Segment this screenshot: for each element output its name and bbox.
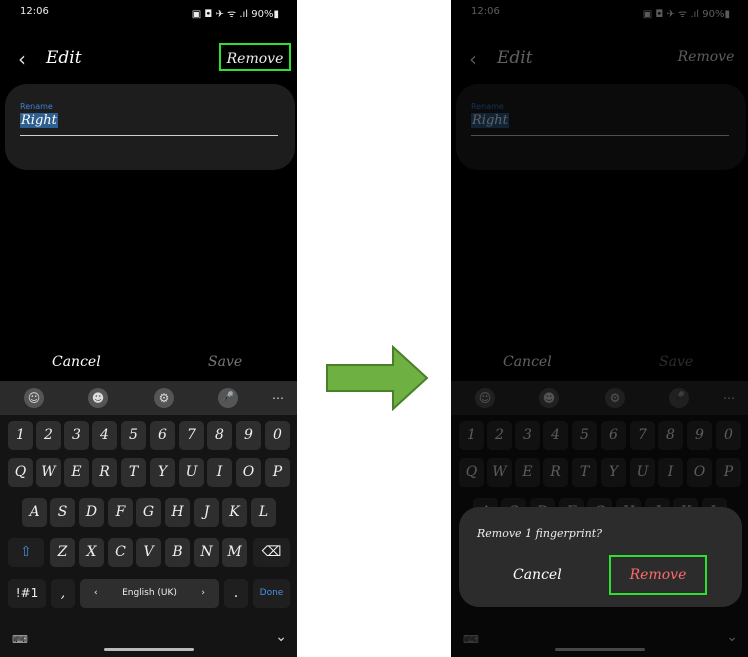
period-key[interactable]: . xyxy=(224,579,248,608)
emoji-icon[interactable]: ☺ xyxy=(24,388,44,408)
key-r[interactable]: R xyxy=(92,458,117,487)
rename-card: Rename Right xyxy=(5,84,295,170)
remove-fingerprint-dialog: Remove 1 fingerprint? Cancel Remove xyxy=(459,507,742,607)
key-u[interactable]: U xyxy=(179,458,204,487)
key-6[interactable]: 6 xyxy=(150,421,175,450)
key-t[interactable]: T xyxy=(121,458,146,487)
key-k[interactable]: K xyxy=(222,498,247,527)
keyboard-toolbar: ☺ ☻ ⚙ 🎤 ⋯ xyxy=(0,381,297,415)
key-m[interactable]: M xyxy=(222,538,247,567)
dialog-remove-button[interactable]: Remove xyxy=(609,555,707,595)
key-8[interactable]: 8 xyxy=(207,421,232,450)
rename-label: Rename xyxy=(20,102,53,111)
key-p[interactable]: P xyxy=(265,458,290,487)
done-key[interactable]: Done xyxy=(253,579,290,608)
status-time: 12:06 xyxy=(20,6,49,17)
hide-keyboard-icon[interactable]: ⌄ xyxy=(275,629,287,645)
comma-key[interactable]: , xyxy=(51,579,75,608)
language-next-icon: › xyxy=(201,588,205,598)
backspace-key[interactable]: ⌫ xyxy=(253,538,290,567)
settings-icon[interactable]: ⚙ xyxy=(154,388,174,408)
key-0[interactable]: 0 xyxy=(265,421,290,450)
key-x[interactable]: X xyxy=(79,538,104,567)
cancel-button[interactable]: Cancel xyxy=(52,354,101,370)
key-a[interactable]: A xyxy=(22,498,47,527)
key-3[interactable]: 3 xyxy=(64,421,89,450)
transition-arrow-icon xyxy=(326,345,429,411)
language-label: English (UK) xyxy=(122,588,177,598)
phone-screen-before: 12:06 ▣ ◘ ✈ ᯤ .ıl 90%▮ ‹ Edit Remove Ren… xyxy=(0,0,297,657)
key-s[interactable]: S xyxy=(50,498,75,527)
shift-key[interactable]: ⇧ xyxy=(8,538,44,567)
key-e[interactable]: E xyxy=(64,458,89,487)
key-l[interactable]: L xyxy=(251,498,276,527)
key-q[interactable]: Q xyxy=(8,458,33,487)
key-n[interactable]: N xyxy=(194,538,219,567)
key-h[interactable]: H xyxy=(165,498,190,527)
key-c[interactable]: C xyxy=(108,538,133,567)
symbols-key[interactable]: !#1 xyxy=(8,579,46,608)
key-1[interactable]: 1 xyxy=(8,421,33,450)
key-2[interactable]: 2 xyxy=(36,421,61,450)
space-key[interactable]: ‹ English (UK) › xyxy=(80,579,219,608)
key-7[interactable]: 7 xyxy=(179,421,204,450)
page-title: Edit xyxy=(46,48,82,68)
dialog-cancel-button[interactable]: Cancel xyxy=(513,567,562,583)
key-4[interactable]: 4 xyxy=(92,421,117,450)
dialog-message: Remove 1 fingerprint? xyxy=(477,527,603,540)
app-bar: ‹ Edit Remove xyxy=(0,42,297,78)
key-w[interactable]: W xyxy=(36,458,61,487)
input-underline xyxy=(20,135,278,136)
key-z[interactable]: Z xyxy=(50,538,75,567)
action-row: Cancel Save xyxy=(0,352,297,376)
key-g[interactable]: G xyxy=(136,498,161,527)
navigation-bar: ⌨ ⌄ xyxy=(0,623,297,657)
sticker-icon[interactable]: ☻ xyxy=(88,388,108,408)
key-9[interactable]: 9 xyxy=(236,421,261,450)
key-d[interactable]: D xyxy=(79,498,104,527)
key-o[interactable]: O xyxy=(236,458,261,487)
status-bar: 12:06 ▣ ◘ ✈ ᯤ .ıl 90%▮ xyxy=(20,6,279,22)
key-b[interactable]: B xyxy=(165,538,190,567)
more-icon[interactable]: ⋯ xyxy=(268,388,288,408)
key-j[interactable]: J xyxy=(194,498,219,527)
microphone-icon[interactable]: 🎤 xyxy=(218,388,238,408)
key-v[interactable]: V xyxy=(136,538,161,567)
key-f[interactable]: F xyxy=(108,498,133,527)
remove-button[interactable]: Remove xyxy=(219,43,291,71)
language-prev-icon: ‹ xyxy=(94,588,98,598)
phone-screen-after: 12:06 ▣ ◘ ✈ ᯤ .ıl 90%▮ ‹ Edit Remove Ren… xyxy=(451,0,748,657)
keyboard-icon[interactable]: ⌨ xyxy=(12,633,28,646)
back-icon[interactable]: ‹ xyxy=(18,47,26,71)
rename-input[interactable]: Right xyxy=(20,113,58,128)
key-y[interactable]: Y xyxy=(150,458,175,487)
home-indicator[interactable] xyxy=(104,648,194,651)
key-i[interactable]: I xyxy=(207,458,232,487)
keyboard: ☺ ☻ ⚙ 🎤 ⋯ 1 2 3 4 5 6 7 8 9 0 Q W E R T … xyxy=(0,381,297,657)
key-5[interactable]: 5 xyxy=(121,421,146,450)
save-button[interactable]: Save xyxy=(208,354,242,370)
status-icons: ▣ ◘ ✈ ᯤ .ıl 90%▮ xyxy=(191,9,279,20)
